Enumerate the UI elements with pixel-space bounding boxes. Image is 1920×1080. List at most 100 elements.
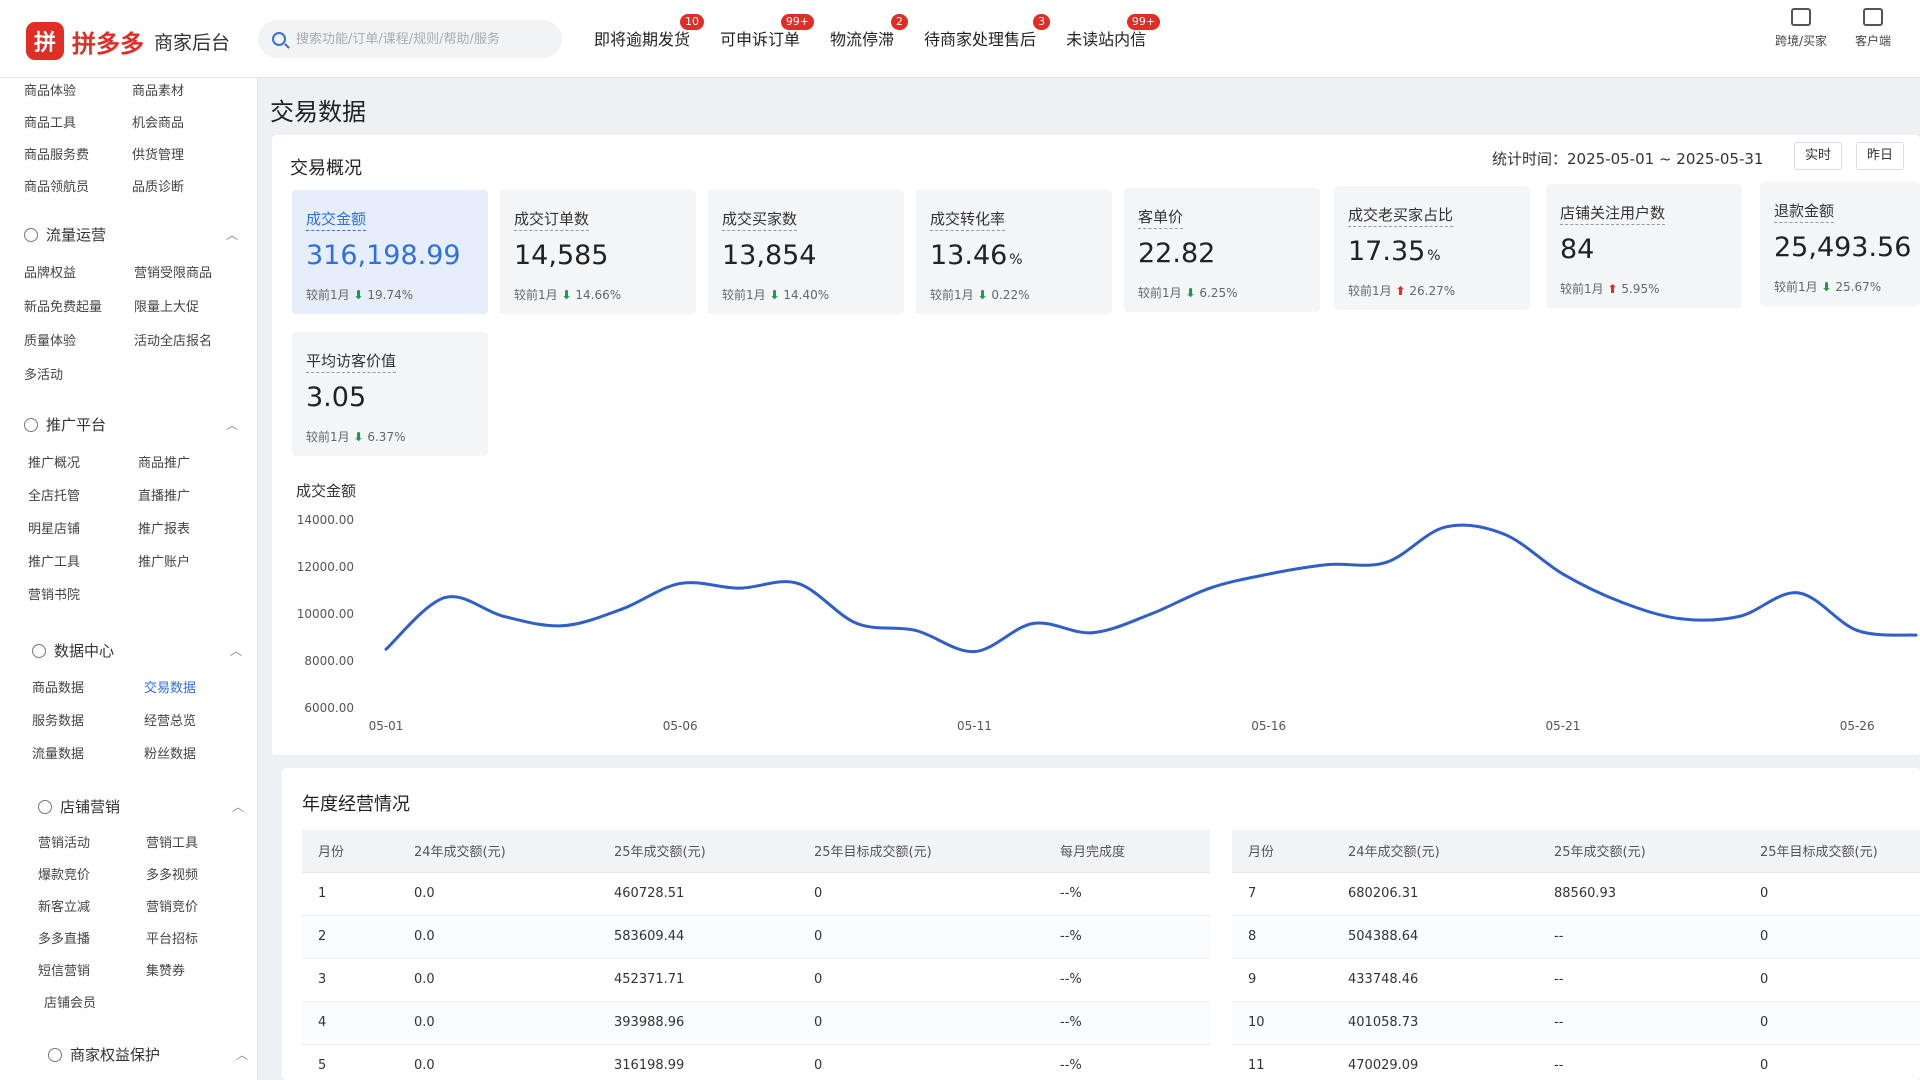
data-point[interactable] (1561, 572, 1565, 576)
data-point[interactable] (1149, 612, 1153, 616)
sidebar-item[interactable]: 品牌权益 (24, 262, 76, 281)
sidebar-item[interactable]: 经营总览 (144, 710, 196, 729)
sidebar-item[interactable]: 机会商品 (132, 112, 184, 131)
sidebar-section-store-marketing[interactable]: 店铺营销 ︿ (38, 796, 244, 817)
sidebar-item[interactable]: 多活动 (24, 364, 63, 383)
sidebar-item[interactable]: 服务数据 (32, 710, 84, 729)
data-point[interactable] (1855, 628, 1859, 632)
logo[interactable]: 拼 拼多多 商家后台 (26, 22, 230, 60)
data-point[interactable] (737, 586, 741, 590)
sidebar-item[interactable]: 商品推广 (138, 452, 190, 471)
data-point[interactable] (1090, 631, 1094, 635)
sidebar-section-traffic[interactable]: 流量运营 ︿ (24, 224, 238, 245)
sidebar-item[interactable]: 粉丝数据 (144, 743, 196, 762)
sidebar-item[interactable]: 营销工具 (146, 832, 198, 851)
search-box[interactable] (258, 20, 562, 58)
table-row: 7 680206.31 88560.93 0 (1232, 872, 1920, 916)
yesterday-button[interactable]: 昨日 (1856, 142, 1905, 170)
sidebar-item[interactable]: 平台招标 (146, 928, 198, 947)
sidebar-item[interactable]: 多多视频 (146, 864, 198, 883)
sidebar-item[interactable]: 推广账户 (138, 551, 190, 570)
data-point[interactable] (796, 581, 800, 585)
data-point[interactable] (1443, 525, 1447, 529)
sidebar-item[interactable]: 明星店铺 (28, 518, 80, 537)
compare-pct: 14.66% (575, 288, 622, 302)
data-point[interactable] (1031, 621, 1035, 625)
metric-card-conversion[interactable]: 成交转化率 13.46% 较前1月 ⬇ 0.22% (916, 190, 1112, 314)
data-point[interactable] (561, 624, 565, 628)
sidebar-item[interactable]: 多多直播 (38, 928, 90, 947)
sidebar-item[interactable]: 新品免费起量 (24, 296, 102, 315)
metric-card-buyers[interactable]: 成交买家数 13,854 较前1月 ⬇ 14.40% (708, 190, 904, 314)
app-subtitle: 商家后台 (154, 31, 231, 54)
data-point[interactable] (1737, 614, 1741, 618)
sidebar-item[interactable]: 商品素材 (132, 80, 184, 99)
search-input[interactable] (296, 31, 536, 47)
sidebar-item[interactable]: 商品领航员 (24, 176, 89, 195)
data-point[interactable] (1914, 633, 1918, 637)
metric-card-gmv[interactable]: 成交金额 316,198.99 较前1月 ⬇ 19.74% (292, 190, 488, 314)
data-point[interactable] (855, 621, 859, 625)
data-point[interactable] (914, 628, 918, 632)
topnav-overdue-shipping[interactable]: 即将逾期发货 10 (594, 14, 705, 50)
sidebar-section-merchant-protection[interactable]: 商家权益保护 ︿ (48, 1044, 248, 1065)
sidebar-item-active[interactable]: 交易数据 (144, 677, 196, 696)
sidebar-item[interactable]: 质量体验 (24, 330, 76, 349)
sidebar-item[interactable]: 集赞券 (146, 960, 185, 979)
sidebar-item[interactable]: 商品服务费 (24, 144, 89, 163)
data-point[interactable] (1679, 617, 1683, 621)
data-point[interactable] (1267, 572, 1271, 576)
data-point[interactable] (619, 607, 623, 611)
data-point[interactable] (972, 650, 976, 654)
sidebar-item[interactable]: 推广报表 (138, 518, 190, 537)
sidebar-section-data-center[interactable]: 数据中心 ︿ (32, 640, 242, 661)
sidebar-item[interactable]: 流量数据 (32, 743, 84, 762)
metric-card-followers[interactable]: 店铺关注用户数 84 较前1月 ⬆ 5.95% (1546, 184, 1742, 308)
metric-card-refund[interactable]: 退款金额 25,493.56 较前1月 ⬇ 25.67% (1760, 182, 1920, 306)
sidebar-section-promotion[interactable]: 推广平台 ︿ (24, 414, 238, 435)
sidebar-item[interactable]: 营销书院 (28, 584, 80, 603)
metric-card-orders[interactable]: 成交订单数 14,585 较前1月 ⬇ 14.66% (500, 190, 696, 314)
data-point[interactable] (384, 647, 388, 651)
sidebar-item[interactable]: 短信营销 (38, 960, 90, 979)
data-point[interactable] (1796, 591, 1800, 595)
tool-client[interactable]: 客户端 (1838, 8, 1908, 49)
chart-icon (32, 643, 46, 658)
tool-cross-border[interactable]: 跨境/买家 (1766, 8, 1836, 49)
metric-card-visitor-value[interactable]: 平均访客价值 3.05 较前1月 ⬇ 6.37% (292, 332, 488, 456)
sidebar-item[interactable]: 商品数据 (32, 677, 84, 696)
sidebar-item[interactable]: 活动全店报名 (134, 330, 212, 349)
sidebar-item[interactable]: 限量上大促 (134, 296, 199, 315)
metric-label: 成交转化率 (930, 208, 1006, 231)
sidebar-item[interactable]: 推广概况 (28, 452, 80, 471)
sidebar-item[interactable]: 爆款竞价 (38, 864, 90, 883)
data-point[interactable] (1384, 560, 1388, 564)
metric-value-number: 25,493.56 (1774, 232, 1912, 263)
topnav-appealable-orders[interactable]: 可申诉订单 99+ (720, 14, 815, 50)
sidebar-item[interactable]: 商品体验 (24, 80, 76, 99)
sidebar-item[interactable]: 供货管理 (132, 144, 184, 163)
sidebar-item[interactable]: 营销受限商品 (134, 262, 212, 281)
data-point[interactable] (1620, 600, 1624, 604)
sidebar-item[interactable]: 全店托管 (28, 485, 80, 504)
sidebar-item[interactable]: 营销活动 (38, 832, 90, 851)
realtime-button[interactable]: 实时 (1794, 142, 1843, 170)
sidebar-item[interactable]: 推广工具 (28, 551, 80, 570)
topnav-pending-aftersales[interactable]: 待商家处理售后 3 (924, 14, 1051, 50)
sidebar-item[interactable]: 营销竞价 (146, 896, 198, 915)
data-point[interactable] (1208, 586, 1212, 590)
data-point[interactable] (1502, 532, 1506, 536)
data-point[interactable] (502, 614, 506, 618)
sidebar-item[interactable]: 店铺会员 (44, 992, 96, 1011)
topnav-unread-messages[interactable]: 未读站内信 99+ (1066, 14, 1161, 50)
metric-card-repeat-buyers[interactable]: 成交老买家占比 17.35% 较前1月 ⬆ 26.27% (1334, 186, 1530, 310)
topnav-logistics-stalled[interactable]: 物流停滞 2 (830, 14, 909, 50)
data-point[interactable] (1326, 563, 1330, 567)
sidebar-item[interactable]: 商品工具 (24, 112, 76, 131)
sidebar-item[interactable]: 直播推广 (138, 485, 190, 504)
sidebar-item[interactable]: 新客立减 (38, 896, 90, 915)
data-point[interactable] (443, 596, 447, 600)
metric-card-avg-order[interactable]: 客单价 22.82 较前1月 ⬇ 6.25% (1124, 188, 1320, 312)
sidebar-item[interactable]: 品质诊断 (132, 176, 184, 195)
data-point[interactable] (678, 581, 682, 585)
